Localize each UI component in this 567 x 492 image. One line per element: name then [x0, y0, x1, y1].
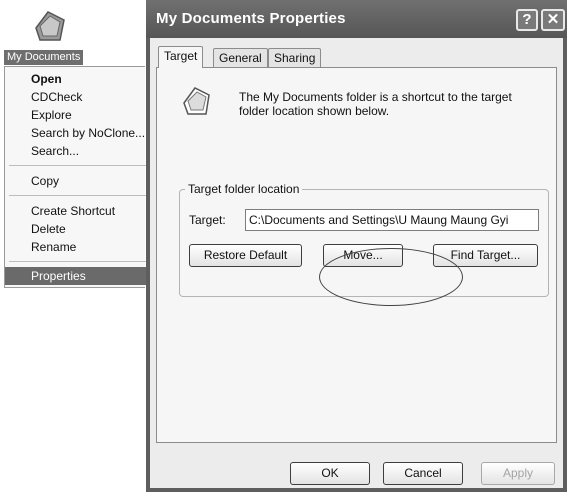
find-target-button[interactable]: Find Target...: [433, 244, 538, 267]
menu-item-delete[interactable]: Delete: [5, 220, 146, 238]
tab-general[interactable]: General: [213, 48, 268, 67]
dialog-client-area: Target General Sharing The My Documents …: [150, 38, 563, 488]
ok-button[interactable]: OK: [290, 462, 370, 485]
my-documents-folder-icon[interactable]: [30, 6, 70, 46]
menu-separator: [9, 165, 146, 166]
close-button[interactable]: ✕: [541, 9, 565, 31]
target-label: Target:: [189, 213, 226, 227]
menu-item-create-shortcut[interactable]: Create Shortcut: [5, 202, 146, 220]
menu-item-copy[interactable]: Copy: [5, 172, 146, 190]
group-label: Target folder location: [185, 182, 303, 196]
desktop-icon-label[interactable]: My Documents: [4, 50, 84, 65]
move-button[interactable]: Move...: [323, 244, 403, 267]
menu-item-explore[interactable]: Explore: [5, 106, 146, 124]
cancel-button[interactable]: Cancel: [383, 462, 463, 485]
target-folder-group: [179, 189, 549, 297]
menu-item-properties[interactable]: Properties: [5, 267, 146, 285]
tab-target[interactable]: Target: [158, 46, 204, 68]
menu-separator: [9, 195, 146, 196]
restore-default-button[interactable]: Restore Default: [189, 244, 302, 267]
menu-item-cdcheck[interactable]: CDCheck: [5, 88, 146, 106]
menu-item-search-noclone[interactable]: Search by NoClone...: [5, 124, 146, 142]
properties-dialog: My Documents Properties ? ✕ Target Gener…: [146, 0, 567, 492]
target-path-field[interactable]: C:\Documents and Settings\U Maung Maung …: [245, 209, 539, 231]
menu-item-search[interactable]: Search...: [5, 142, 146, 160]
help-button[interactable]: ?: [516, 9, 538, 31]
menu-item-rename[interactable]: Rename: [5, 238, 146, 256]
description-text: The My Documents folder is a shortcut to…: [239, 90, 512, 118]
dialog-title: My Documents Properties: [156, 10, 346, 27]
menu-item-open[interactable]: Open: [5, 70, 146, 88]
apply-button[interactable]: Apply: [481, 462, 555, 485]
tab-sharing[interactable]: Sharing: [268, 48, 322, 67]
my-documents-folder-icon: [179, 83, 215, 119]
tab-panel-target: The My Documents folder is a shortcut to…: [156, 67, 557, 443]
title-bar[interactable]: My Documents Properties ? ✕: [146, 0, 567, 38]
context-menu: Open CDCheck Explore Search by NoClone..…: [4, 66, 146, 288]
menu-separator: [9, 261, 146, 262]
